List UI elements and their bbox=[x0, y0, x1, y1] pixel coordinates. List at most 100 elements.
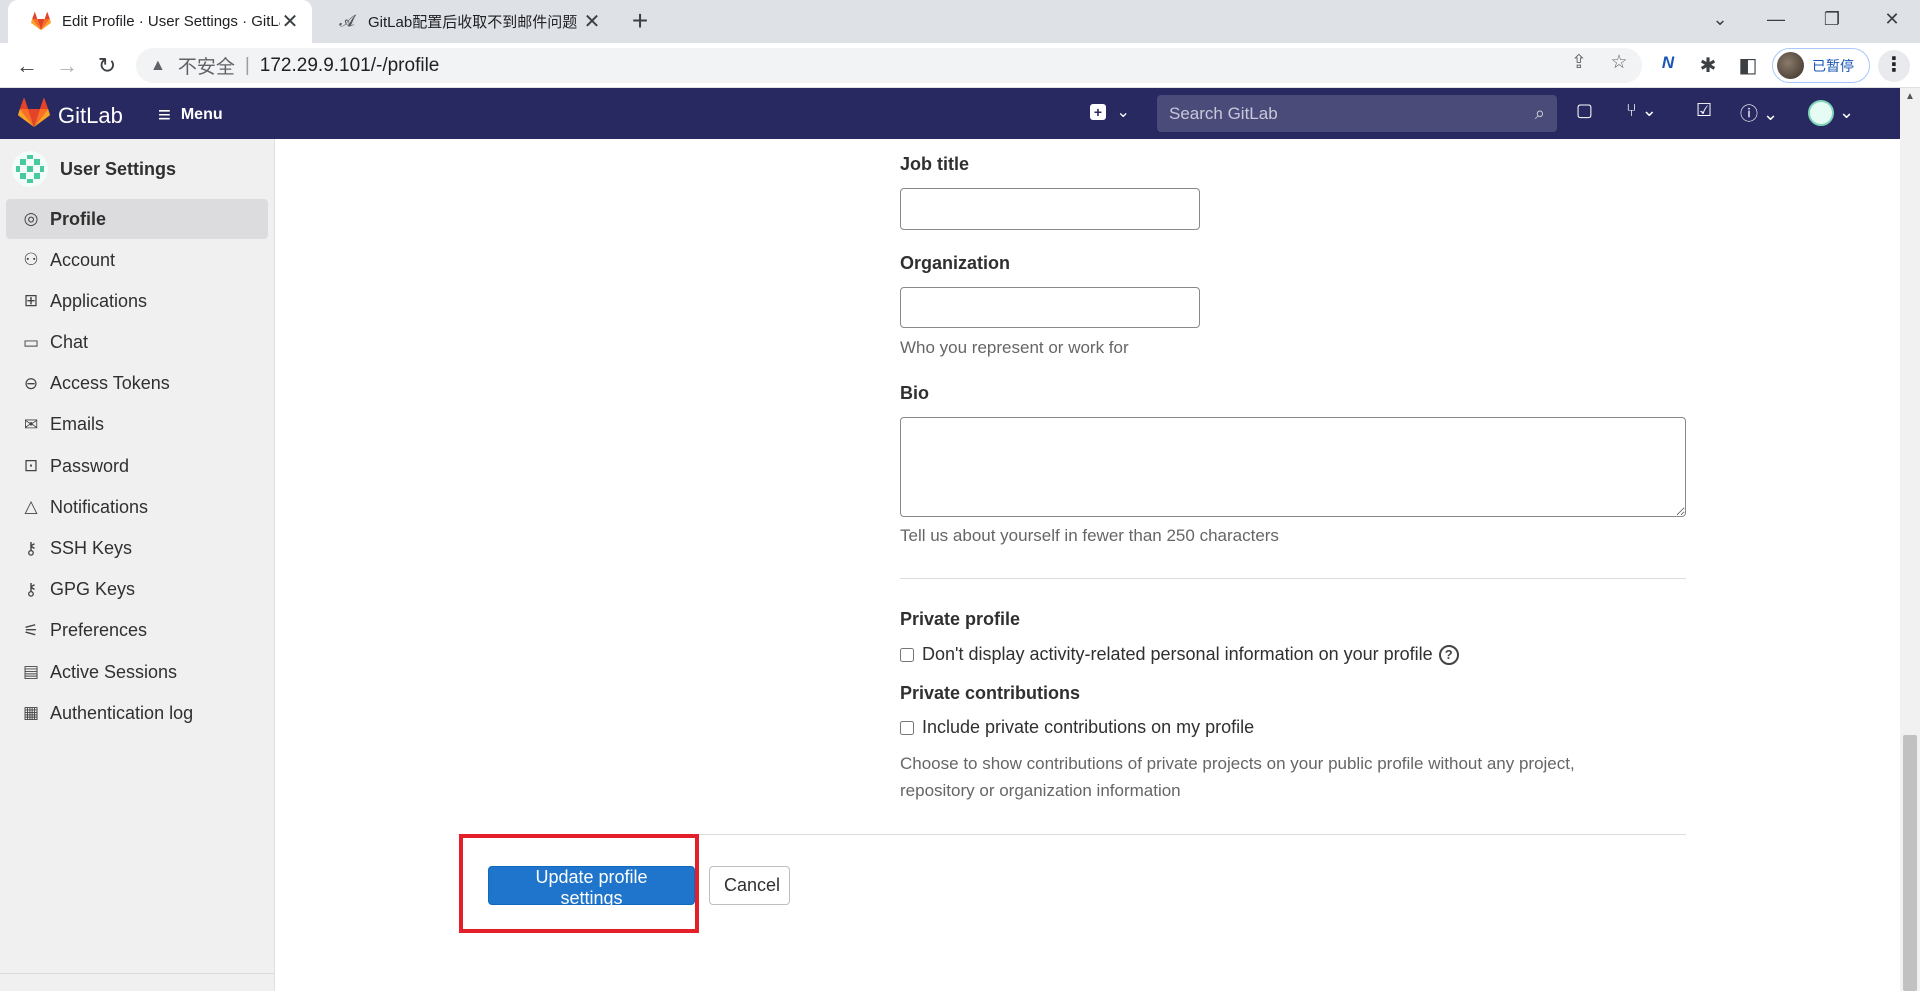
hamburger-icon: ≡ bbox=[158, 102, 171, 127]
sidebar-item-access-tokens[interactable]: ⊖ Access Tokens bbox=[6, 364, 268, 404]
question-circle-icon[interactable]: ? bbox=[1438, 644, 1459, 665]
browser-tab-strip: Edit Profile · User Settings · GitLab ✕ … bbox=[0, 0, 1920, 43]
tab-search-chevron-icon[interactable]: ⌄ bbox=[1692, 0, 1748, 40]
user-settings-sidebar: User Settings ◎ Profile ⚇ Account ⊞ Applica… bbox=[0, 139, 275, 991]
new-tab-button[interactable]: + bbox=[624, 6, 656, 38]
merge-requests-icon[interactable]: ⑂ ⌄ bbox=[1626, 100, 1657, 126]
sidebar-item-label: Preferences bbox=[50, 620, 148, 641]
profile-chip-label: 已暂停 bbox=[1812, 57, 1854, 74]
gitlab-logo-icon bbox=[18, 98, 50, 133]
sidebar-item-ssh-keys[interactable]: ⚷ SSH Keys bbox=[6, 529, 268, 569]
mail-icon: ✉ bbox=[23, 414, 39, 434]
sidebar-title: User Settings bbox=[60, 158, 177, 179]
todos-icon[interactable]: ☑ bbox=[1696, 100, 1712, 126]
page-scrollbar[interactable]: ▲ bbox=[1900, 88, 1920, 991]
organization-label: Organization bbox=[900, 253, 1011, 273]
close-window-icon[interactable]: ✕ bbox=[1864, 0, 1920, 40]
sidebar-item-label: Notifications bbox=[50, 496, 149, 517]
site-icon: 𝓐 bbox=[339, 12, 355, 30]
organization-input[interactable] bbox=[900, 287, 1200, 328]
private-contributions-checkbox[interactable] bbox=[900, 720, 914, 735]
chevron-down-icon: ⌄ bbox=[1839, 101, 1855, 122]
key-icon: ⚷ bbox=[24, 579, 38, 599]
security-label[interactable]: 不安全 bbox=[178, 52, 235, 79]
bio-textarea[interactable] bbox=[900, 417, 1686, 517]
lock-icon: ⊡ bbox=[23, 456, 39, 476]
browser-tab-inactive[interactable]: 𝓐 GitLab配置后收取不到邮件问题 ✕ bbox=[314, 0, 614, 43]
browser-tab-active[interactable]: Edit Profile · User Settings · GitLab ✕ bbox=[8, 0, 312, 43]
sidebar-collapse-bar[interactable] bbox=[0, 973, 275, 991]
minimize-icon[interactable]: — bbox=[1748, 0, 1804, 40]
sidebar-item-label: GPG Keys bbox=[50, 579, 136, 600]
private-profile-heading: Private profile bbox=[900, 609, 1021, 629]
sidebar-item-gpg-keys[interactable]: ⚷ GPG Keys bbox=[6, 570, 268, 610]
browser-menu-icon[interactable]: ⋮ bbox=[1878, 50, 1910, 82]
issues-icon[interactable]: ▢ bbox=[1576, 100, 1593, 126]
tab-title: GitLab配置后收取不到邮件问题 bbox=[368, 14, 578, 31]
sidebar-header[interactable]: User Settings bbox=[0, 139, 274, 199]
sidebar-item-active-sessions[interactable]: ▤ Active Sessions bbox=[6, 652, 268, 692]
private-contributions-help-line1: Choose to show contributions of private … bbox=[900, 754, 1575, 773]
key-icon: ⚷ bbox=[24, 538, 38, 558]
warning-icon[interactable]: ▲ bbox=[150, 57, 166, 75]
address-bar[interactable]: ▲ 不安全 | 172.29.9.101/-/profile bbox=[136, 48, 1642, 83]
private-profile-checkbox[interactable] bbox=[900, 647, 914, 662]
sidebar-item-label: Active Sessions bbox=[50, 661, 178, 682]
sidebar-item-label: Emails bbox=[50, 414, 105, 435]
job-title-input[interactable] bbox=[900, 188, 1200, 230]
sidebar-item-preferences[interactable]: ⚟ Preferences bbox=[6, 611, 268, 651]
gitlab-brand-text: GitLab bbox=[58, 102, 123, 128]
private-profile-row: Don't display activity-related personal … bbox=[900, 644, 1459, 665]
private-profile-checkbox-label[interactable]: Don't display activity-related personal … bbox=[922, 644, 1433, 665]
menu-label: Menu bbox=[180, 106, 223, 123]
cancel-button[interactable]: Cancel bbox=[709, 866, 790, 905]
search-icon[interactable]: ⌕ bbox=[1535, 103, 1545, 124]
forward-icon[interactable]: → bbox=[50, 49, 84, 83]
sidebar-item-profile[interactable]: ◎ Profile bbox=[6, 199, 268, 239]
extension-n-icon[interactable]: N bbox=[1654, 53, 1682, 79]
sidebar-item-chat[interactable]: ▭ Chat bbox=[6, 323, 268, 363]
bio-label: Bio bbox=[900, 383, 929, 403]
browser-profile-chip[interactable]: 已暂停 bbox=[1772, 48, 1870, 83]
side-panel-icon[interactable]: ◧ bbox=[1734, 53, 1762, 79]
sidebar-item-label: Applications bbox=[50, 290, 148, 311]
sidebar-item-password[interactable]: ⊡ Password bbox=[6, 446, 268, 486]
extensions-puzzle-icon[interactable]: ✱ bbox=[1694, 53, 1722, 79]
bookmark-star-icon[interactable]: ☆ bbox=[1606, 51, 1632, 73]
user-avatar-dropdown[interactable]: ⌄ bbox=[1808, 100, 1854, 126]
scroll-up-icon[interactable]: ▲ bbox=[1900, 88, 1920, 106]
sidebar-item-applications[interactable]: ⊞ Applications bbox=[6, 281, 268, 321]
account-icon: ⚇ bbox=[23, 250, 39, 270]
chat-icon: ▭ bbox=[22, 332, 40, 352]
private-contributions-help-line2: repository or organization information bbox=[900, 781, 1181, 800]
browser-toolbar: ← → ↻ ▲ 不安全 | 172.29.9.101/-/profile ⇪ ☆… bbox=[0, 43, 1920, 88]
address-separator: | bbox=[244, 54, 250, 76]
url-text[interactable]: 172.29.9.101/-/profile bbox=[260, 55, 440, 77]
profile-form: Job title Organization Who you represent… bbox=[275, 139, 1900, 991]
sidebar-item-authentication-log[interactable]: ▦ Authentication log bbox=[6, 693, 268, 733]
organization-help: Who you represent or work for bbox=[900, 338, 1129, 357]
close-tab-icon[interactable]: ✕ bbox=[582, 9, 602, 34]
close-tab-icon[interactable]: ✕ bbox=[280, 9, 300, 34]
menu-button[interactable]: ≡ Menu bbox=[158, 102, 223, 128]
help-icon[interactable]: ⓘ ⌄ bbox=[1740, 100, 1778, 126]
create-new-dropdown[interactable]: + ⌄ bbox=[1090, 102, 1130, 122]
search-input[interactable] bbox=[1169, 103, 1535, 124]
bio-help: Tell us about yourself in fewer than 250… bbox=[900, 526, 1279, 545]
scrollbar-thumb[interactable] bbox=[1903, 735, 1917, 991]
reload-icon[interactable]: ↻ bbox=[90, 49, 124, 83]
sidebar-item-account[interactable]: ⚇ Account bbox=[6, 240, 268, 280]
search-box[interactable]: ⌕ bbox=[1157, 95, 1557, 132]
private-contributions-checkbox-label[interactable]: Include private contributions on my prof… bbox=[922, 717, 1254, 738]
update-profile-settings-button[interactable]: Update profile settings bbox=[488, 866, 695, 908]
restore-icon[interactable]: ❐ bbox=[1804, 0, 1860, 40]
gitlab-home-link[interactable]: GitLab bbox=[18, 98, 123, 133]
back-icon[interactable]: ← bbox=[10, 49, 44, 83]
sidebar-item-label: Access Tokens bbox=[50, 373, 170, 394]
sidebar-item-emails[interactable]: ✉ Emails bbox=[6, 405, 268, 445]
sidebar-item-notifications[interactable]: △ Notifications bbox=[6, 487, 268, 527]
sidebar-item-label: Chat bbox=[50, 332, 89, 353]
private-contributions-row: Include private contributions on my prof… bbox=[900, 717, 1254, 738]
sidebar-item-label: SSH Keys bbox=[50, 538, 133, 558]
share-icon[interactable]: ⇪ bbox=[1566, 51, 1592, 73]
